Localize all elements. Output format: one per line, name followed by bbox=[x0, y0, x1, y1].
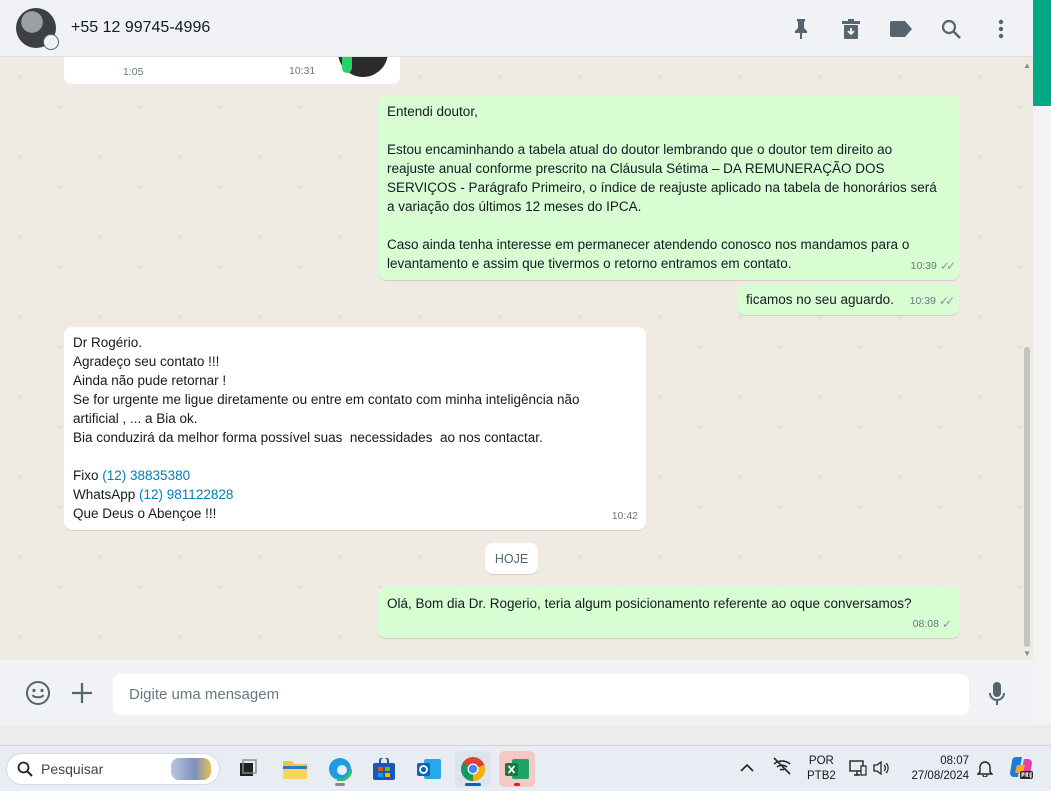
display-icon[interactable] bbox=[849, 759, 867, 782]
header-actions bbox=[789, 0, 1013, 57]
excel-icon[interactable] bbox=[499, 751, 535, 787]
keyboard-layout-label: PTB2 bbox=[807, 770, 836, 782]
store-icon[interactable] bbox=[366, 751, 402, 787]
clock-time: 08:07 bbox=[940, 755, 969, 767]
message-meta: 08:08 ✓ bbox=[913, 615, 952, 634]
sent-tick-icon: ✓ bbox=[941, 617, 952, 631]
mic-icon bbox=[342, 57, 352, 73]
message-time: 08:08 bbox=[912, 618, 939, 630]
message-line: Agradeço seu contato !!! bbox=[73, 354, 220, 369]
outlook-icon[interactable] bbox=[411, 751, 447, 787]
search-highlight-image bbox=[171, 758, 211, 780]
emoji-icon[interactable] bbox=[24, 679, 52, 707]
message-line: reajuste anual conforme prescrito na Clá… bbox=[387, 161, 885, 176]
read-ticks-icon: ✓✓ bbox=[939, 259, 956, 273]
message-line bbox=[73, 447, 637, 466]
clock-date: 27/08/2024 bbox=[911, 770, 969, 782]
whatsapp-line: WhatsApp (12) 981122828 bbox=[73, 485, 637, 504]
message-bubble-outgoing[interactable]: Entendi doutor, Estou encaminhando a tabe… bbox=[378, 96, 960, 280]
message-line: SERVIÇOS - Parágrafo Primeiro, o índice … bbox=[387, 180, 937, 195]
notifications-bell-icon[interactable] bbox=[976, 759, 994, 782]
message-line: Dr Rogério. bbox=[73, 335, 143, 350]
show-hidden-icons-icon[interactable] bbox=[740, 760, 754, 778]
message-text: Olá, Bom dia Dr. Rogerio, teria algum po… bbox=[387, 596, 912, 611]
phone-label: WhatsApp bbox=[73, 487, 140, 502]
contact-name[interactable]: +55 12 99745-4996 bbox=[71, 19, 210, 37]
chrome-icon[interactable] bbox=[455, 751, 491, 787]
message-line: Caso ainda tenha interesse em permanecer… bbox=[387, 237, 910, 252]
edge-browser-icon[interactable] bbox=[322, 751, 358, 787]
attention-indicator bbox=[514, 783, 520, 786]
phone-line: Fixo (12) 38835380 bbox=[73, 466, 637, 485]
audio-message[interactable]: 1:05 10:31 bbox=[64, 57, 400, 84]
message-text: Dr Rogério. Agradeço seu contato !!! Ainda… bbox=[73, 333, 637, 466]
pin-icon[interactable] bbox=[789, 17, 813, 41]
taskbar-search[interactable]: Pesquisar bbox=[6, 753, 220, 785]
network-offline-icon[interactable] bbox=[772, 757, 792, 780]
status-icon bbox=[43, 34, 59, 50]
message-line bbox=[387, 216, 951, 235]
message-input[interactable] bbox=[113, 674, 969, 715]
read-ticks-icon: ✓✓ bbox=[938, 294, 955, 308]
search-icon[interactable] bbox=[939, 17, 963, 41]
phone-link[interactable]: (12) 38835380 bbox=[102, 468, 190, 483]
task-view-icon[interactable] bbox=[230, 751, 266, 787]
whatsapp-link[interactable]: (12) 981122828 bbox=[139, 487, 233, 502]
input-language[interactable]: POR PTB2 bbox=[807, 754, 836, 784]
message-bubble-outgoing[interactable]: ficamos no seu aguardo. 10:39 ✓✓ bbox=[737, 284, 959, 315]
message-line: Ainda não pude retornar ! bbox=[73, 373, 227, 388]
message-time: 10:39 bbox=[909, 295, 936, 307]
copilot-icon[interactable] bbox=[1008, 755, 1034, 786]
language-label: POR bbox=[808, 755, 834, 767]
volume-icon[interactable] bbox=[873, 760, 889, 781]
scroll-down-arrow-icon[interactable]: ▼ bbox=[1023, 649, 1031, 658]
chat-area[interactable]: 1:05 10:31 Entendi doutor, Estou encaminh… bbox=[0, 57, 1033, 660]
attach-plus-icon[interactable] bbox=[68, 679, 96, 707]
chat-scrollbar[interactable] bbox=[1024, 347, 1030, 647]
file-explorer-icon[interactable] bbox=[277, 751, 313, 787]
audio-duration: 1:05 bbox=[123, 66, 144, 78]
message-meta: 10:39 ✓✓ bbox=[910, 257, 956, 276]
message-line: Estou encaminhando a tabela atual do dou… bbox=[387, 142, 893, 157]
message-bubble-outgoing[interactable]: Olá, Bom dia Dr. Rogerio, teria algum po… bbox=[378, 586, 960, 638]
accent-strip bbox=[1033, 0, 1051, 106]
phone-label: Fixo bbox=[73, 468, 103, 483]
taskbar-search-label: Pesquisar bbox=[41, 761, 104, 777]
message-time: 10:31 bbox=[289, 65, 316, 77]
message-line: levantamento e assim que tivermos o reto… bbox=[387, 256, 792, 271]
contact-avatar[interactable] bbox=[16, 8, 59, 50]
label-icon[interactable] bbox=[889, 17, 913, 41]
scroll-up-arrow-icon[interactable]: ▲ bbox=[1023, 61, 1031, 70]
message-line: Entendi doutor, bbox=[387, 104, 478, 119]
message-time: 10:39 bbox=[910, 260, 937, 272]
running-indicator bbox=[335, 783, 345, 786]
message-bubble-incoming[interactable]: Dr Rogério. Agradeço seu contato !!! Ainda… bbox=[64, 327, 646, 530]
windows-taskbar: Pesquisar POR PTB2 08:07 27/08/2024 bbox=[0, 745, 1051, 791]
message-line: artificial , ... a Bia ok. bbox=[73, 411, 198, 426]
day-separator: HOJE bbox=[485, 543, 538, 574]
system-clock[interactable]: 08:07 27/08/2024 bbox=[903, 754, 969, 784]
message-time: 10:42 bbox=[611, 510, 638, 522]
search-icon bbox=[17, 761, 33, 777]
message-line: Se for urgente me ligue diretamente ou e… bbox=[73, 392, 580, 407]
window-bottom-gap bbox=[0, 725, 1051, 745]
message-line bbox=[387, 121, 951, 140]
message-text: Entendi doutor, Estou encaminhando a tabe… bbox=[387, 102, 951, 273]
message-text: ficamos no seu aguardo. bbox=[746, 292, 894, 307]
message-line: a variação dos últimos 12 meses do IPCA. bbox=[387, 199, 642, 214]
menu-dots-icon[interactable] bbox=[989, 17, 1013, 41]
mic-icon[interactable] bbox=[983, 680, 1011, 708]
message-line: Bia conduzirá da melhor forma possível s… bbox=[73, 430, 543, 445]
message-meta: 10:42 bbox=[612, 507, 638, 526]
window-edge bbox=[1033, 106, 1051, 725]
closing-line: Que Deus o Abençoe !!! bbox=[73, 506, 217, 521]
active-indicator bbox=[465, 783, 481, 786]
message-composer bbox=[0, 660, 1033, 725]
archive-icon[interactable] bbox=[839, 17, 863, 41]
message-meta: 10:39 ✓✓ bbox=[909, 292, 955, 311]
chat-header: +55 12 99745-4996 bbox=[0, 0, 1033, 57]
